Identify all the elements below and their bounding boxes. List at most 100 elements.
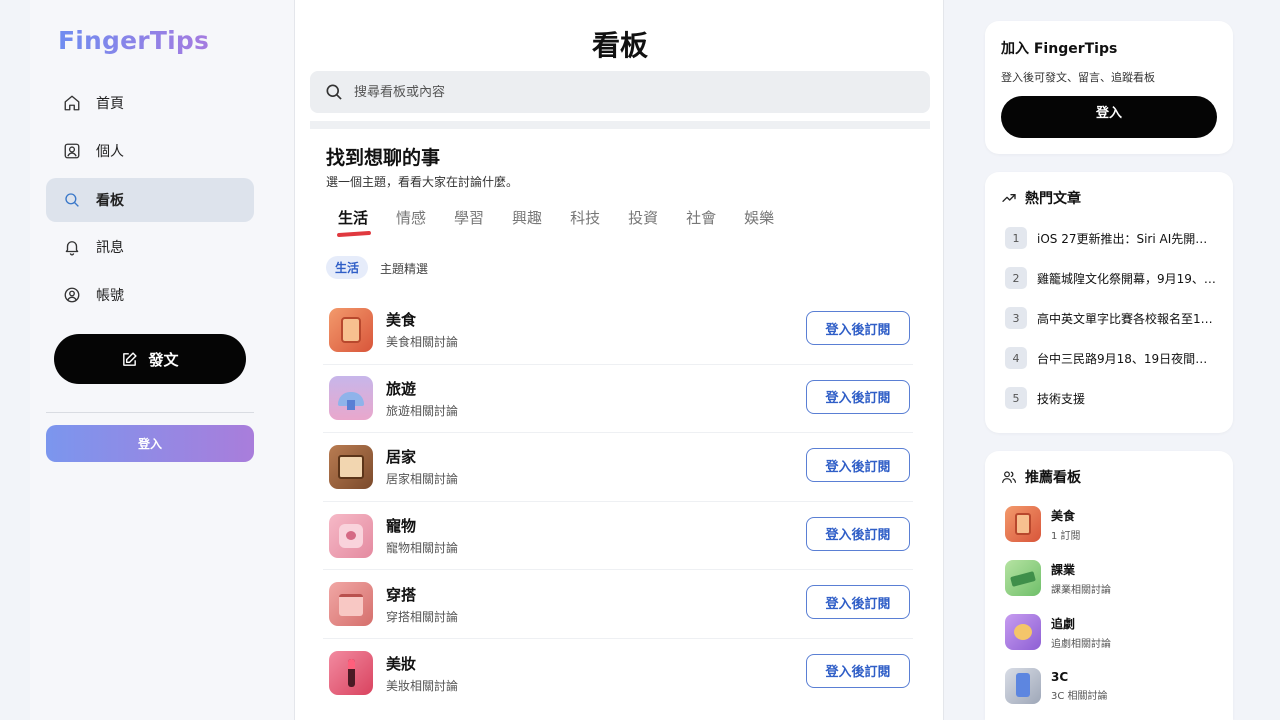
subscribe-button[interactable]: 登入後訂閱 xyxy=(806,585,910,620)
hot-articles-title: 熱門文章 xyxy=(1025,191,1081,207)
tab-hobby[interactable]: 興趣 xyxy=(512,207,542,228)
rank-badge: 2 xyxy=(1005,267,1027,289)
subscribe-button[interactable]: 登入後訂閱 xyxy=(806,379,910,414)
hot-article-title: 台中三民路9月18、19日夜間施… xyxy=(1037,351,1219,366)
tech-board-icon xyxy=(1005,668,1041,704)
sidebar-item-label: 看板 xyxy=(96,193,124,209)
app-logo[interactable]: FingerTips xyxy=(58,26,209,55)
page-title: 看板 xyxy=(591,29,648,62)
recommended-board-item[interactable]: 追劇 追劇相關討論 xyxy=(1005,614,1111,650)
board-name: 美妝 xyxy=(386,654,417,673)
recommended-board-item[interactable]: 3C 3C 相關討論 xyxy=(1005,668,1108,704)
board-desc: 穿搭相關討論 xyxy=(386,609,459,624)
sidebar-item-profile[interactable]: 個人 xyxy=(46,129,254,173)
recommended-board-desc: 1 訂閱 xyxy=(1051,530,1081,542)
recommended-board-item[interactable]: 課業 課業相關討論 xyxy=(1005,560,1111,596)
fashion-board-icon xyxy=(329,582,373,627)
bell-icon xyxy=(62,237,82,257)
subscribe-button[interactable]: 登入後訂閱 xyxy=(806,311,910,345)
board-name: 寵物 xyxy=(386,517,417,536)
travel-board-icon xyxy=(329,376,373,421)
recommended-board-desc: 課業相關討論 xyxy=(1051,584,1111,596)
food-board-icon xyxy=(1005,506,1041,542)
sidebar-item-messages[interactable]: 訊息 xyxy=(46,225,254,269)
post-button[interactable]: 發文 xyxy=(54,334,246,384)
left-sidebar: FingerTips 首頁 個人 看板 訊息 帳號 發文 登入 xyxy=(30,0,294,720)
tab-society[interactable]: 社會 xyxy=(686,207,716,228)
category-chip: 生活 xyxy=(326,256,369,279)
section-subtitle: 選一個主題，看看大家在討論什麼。 xyxy=(326,175,519,189)
tab-tech[interactable]: 科技 xyxy=(570,207,600,228)
board-row[interactable]: 美食 美食相關討論 登入後訂閱 xyxy=(323,296,913,365)
hot-article-item[interactable]: 2 雞籠城隍文化祭開幕，9月19、… xyxy=(1005,267,1219,289)
study-board-icon xyxy=(1005,560,1041,596)
recommended-title: 推薦看板 xyxy=(1025,470,1081,486)
post-button-label: 發文 xyxy=(148,350,179,369)
join-card: 加入 FingerTips 登入後可發文、留言、追蹤看板 登入 xyxy=(985,21,1233,154)
sidebar-item-label: 個人 xyxy=(96,144,124,160)
search-bar[interactable] xyxy=(310,71,930,113)
board-row[interactable]: 穿搭 穿搭相關討論 登入後訂閱 xyxy=(323,570,913,639)
recommended-board-item[interactable]: 美食 1 訂閱 xyxy=(1005,506,1081,542)
search-icon xyxy=(326,84,342,100)
tab-entertainment[interactable]: 娛樂 xyxy=(744,207,774,228)
board-desc: 美食相關討論 xyxy=(386,335,459,350)
tab-study[interactable]: 學習 xyxy=(454,207,484,228)
makeup-board-icon xyxy=(329,651,373,696)
join-subtitle: 登入後可發文、留言、追蹤看板 xyxy=(1001,71,1155,84)
board-row[interactable]: 居家 居家相關討論 登入後訂閱 xyxy=(323,433,913,502)
tab-emotion[interactable]: 情感 xyxy=(396,207,426,228)
home-board-icon xyxy=(329,444,373,489)
recommended-boards-card: 推薦看板 美食 1 訂閱 課業 課業相關討論 追劇 追劇相關討論 3C 3C 相… xyxy=(985,451,1233,720)
join-login-button[interactable]: 登入 xyxy=(1001,96,1217,138)
tab-invest[interactable]: 投資 xyxy=(628,207,658,228)
hot-article-item[interactable]: 4 台中三民路9月18、19日夜間施… xyxy=(1005,347,1219,369)
account-icon xyxy=(62,285,82,305)
section-title: 找到想聊的事 xyxy=(326,147,441,169)
hot-article-title: 技術支援 xyxy=(1037,391,1086,406)
recommended-board-name: 追劇 xyxy=(1051,616,1076,631)
search-input[interactable] xyxy=(354,84,894,100)
sidebar-item-boards[interactable]: 看板 xyxy=(46,178,254,222)
recommended-board-desc: 追劇相關討論 xyxy=(1051,638,1111,650)
subscribe-button[interactable]: 登入後訂閱 xyxy=(806,448,910,483)
tab-life[interactable]: 生活 xyxy=(338,207,368,228)
pet-board-icon xyxy=(329,513,373,558)
board-desc: 美妝相關討論 xyxy=(386,678,459,693)
recommended-board-desc: 3C 相關討論 xyxy=(1051,691,1108,702)
recommended-header: 推薦看板 xyxy=(1001,467,1081,487)
section-separator xyxy=(310,121,930,129)
subscribe-button[interactable]: 登入後訂閱 xyxy=(806,516,910,551)
sidebar-item-home[interactable]: 首頁 xyxy=(46,81,254,125)
hot-article-item[interactable]: 3 高中英文單字比賽各校報名至1… xyxy=(1005,307,1219,329)
board-row[interactable]: 旅遊 旅遊相關討論 登入後訂閱 xyxy=(323,365,913,434)
profile-icon xyxy=(62,141,82,161)
join-title: 加入 FingerTips xyxy=(1001,41,1118,57)
sidebar-item-label: 帳號 xyxy=(96,288,124,304)
chip-label: 主題精選 xyxy=(380,262,429,276)
board-name: 旅遊 xyxy=(386,379,417,398)
board-name: 美食 xyxy=(386,311,417,330)
recommended-board-name: 3C xyxy=(1051,670,1069,684)
sidebar-item-label: 首頁 xyxy=(96,96,124,112)
search-icon xyxy=(62,190,82,210)
board-row[interactable]: 美妝 美妝相關討論 登入後訂閱 xyxy=(323,639,913,708)
recommended-board-name: 課業 xyxy=(1051,562,1076,577)
edit-icon xyxy=(123,351,138,366)
sidebar-item-account[interactable]: 帳號 xyxy=(46,273,254,317)
trending-icon xyxy=(1002,194,1016,202)
subscribe-button[interactable]: 登入後訂閱 xyxy=(806,653,910,688)
sidebar-divider xyxy=(46,412,254,413)
main-content: 看板 找到想聊的事 選一個主題，看看大家在討論什麼。 生活 情感 學習 興趣 科… xyxy=(294,0,944,720)
rank-badge: 1 xyxy=(1005,227,1027,249)
hot-article-item[interactable]: 1 iOS 27更新推出：Siri AI先開… xyxy=(1005,227,1219,249)
sidebar-item-label: 訊息 xyxy=(96,240,124,256)
sidebar-login-button[interactable]: 登入 xyxy=(46,425,254,462)
board-name: 穿搭 xyxy=(386,585,417,604)
hot-article-title: 雞籠城隍文化祭開幕，9月19、… xyxy=(1037,271,1216,286)
hot-article-item[interactable]: 5 技術支援 xyxy=(1005,387,1219,409)
category-tabs: 生活 情感 學習 興趣 科技 投資 社會 娛樂 xyxy=(338,207,802,228)
board-row[interactable]: 寵物 寵物相關討論 登入後訂閱 xyxy=(323,502,913,571)
users-icon xyxy=(1002,471,1016,483)
hot-article-title: iOS 27更新推出：Siri AI先開… xyxy=(1037,231,1208,246)
